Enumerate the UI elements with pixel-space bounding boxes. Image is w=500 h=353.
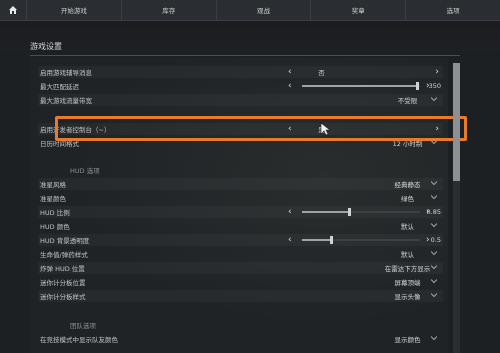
- row-label: 最大游戏流量带宽: [40, 97, 92, 105]
- hud-alpha-slider[interactable]: [302, 236, 420, 244]
- row-hud-color[interactable]: HUD 颜色 默认: [38, 220, 443, 232]
- nav-options[interactable]: 选项: [406, 0, 500, 20]
- row-label: 在竞技模式中显示队友颜色: [40, 336, 118, 344]
- row-value: 显示头像: [394, 293, 421, 301]
- row-label: 炸弹 HUD 位置: [40, 265, 85, 273]
- row-label: HUD 比例: [40, 209, 70, 217]
- row-health-ammo[interactable]: 生命值/弹药样式 默认: [38, 248, 443, 260]
- row-label: 准星颜色: [40, 195, 66, 203]
- nav-play[interactable]: 开始游戏: [27, 0, 122, 20]
- chevron-down-icon[interactable]: [431, 250, 437, 256]
- row-hud-scale[interactable]: HUD 比例 ‹ › 0.85: [38, 206, 443, 218]
- page-title: 游戏设置: [30, 42, 62, 51]
- row-value: 默认: [401, 251, 414, 259]
- row-label: 迷你计分板样式: [40, 293, 86, 301]
- row-label: 生命值/弹药样式: [40, 251, 88, 259]
- row-value: 经典静态: [394, 181, 421, 189]
- row-crosshair-color[interactable]: 准星颜色 绿色: [38, 192, 443, 204]
- row-game-tips[interactable]: 启用游戏辅导消息 ‹ 否 ›: [38, 66, 443, 78]
- nav-watch[interactable]: 观战: [217, 0, 312, 20]
- section-team: 团队选项: [70, 322, 96, 330]
- row-label: 准星风格: [40, 181, 66, 189]
- scrollbar-thumb[interactable]: [453, 63, 460, 181]
- cursor-icon: [320, 122, 331, 136]
- row-scoreboard-pos[interactable]: 迷你计分板位置 屏幕顶端: [38, 276, 443, 288]
- arrow-left-icon[interactable]: ‹: [288, 207, 292, 217]
- row-crosshair-style[interactable]: 准星风格 经典静态: [38, 178, 443, 190]
- scrollbar[interactable]: [453, 63, 460, 353]
- row-bomb-hud[interactable]: 炸弹 HUD 位置 在雷达下方显示: [38, 262, 443, 274]
- slider-value: 0.85: [426, 208, 441, 216]
- row-value: 在雷达下方显示: [384, 265, 431, 273]
- row-label: 最大匹配延迟: [40, 83, 79, 91]
- highlight-box: [55, 116, 467, 141]
- arrow-right-icon[interactable]: ›: [426, 235, 430, 245]
- row-partial: [38, 107, 443, 115]
- row-value: 默认: [401, 223, 414, 231]
- top-nav: 开始游戏 库存 观战 奖章 选项: [0, 0, 500, 21]
- row-label: 迷你计分板位置: [40, 279, 86, 287]
- home-icon: [9, 6, 17, 14]
- chevron-down-icon[interactable]: [431, 278, 437, 284]
- chevron-down-icon[interactable]: [431, 292, 437, 298]
- row-label: HUD 背景透明度: [40, 237, 90, 245]
- chevron-down-icon[interactable]: [431, 180, 437, 186]
- home-button[interactable]: [0, 0, 27, 20]
- row-label: 启用游戏辅导消息: [40, 69, 92, 77]
- slider-knob[interactable]: [330, 236, 333, 244]
- row-value: 不受限: [397, 97, 418, 105]
- hud-scale-slider[interactable]: [302, 208, 420, 216]
- row-teammate-colors[interactable]: 在竞技模式中显示队友颜色 显示颜色: [38, 333, 443, 345]
- header-band: [0, 21, 500, 51]
- chevron-down-icon[interactable]: [431, 335, 437, 341]
- row-hud-bg-alpha[interactable]: HUD 背景透明度 ‹ › 0.5: [38, 234, 443, 246]
- row-max-latency[interactable]: 最大匹配延迟 ‹ › 350: [38, 80, 443, 92]
- title-divider: [30, 55, 460, 56]
- row-value: 屏幕顶端: [394, 279, 421, 287]
- row-value: 绿色: [401, 195, 414, 203]
- arrow-left-icon[interactable]: ‹: [288, 81, 292, 91]
- chevron-down-icon[interactable]: [431, 222, 437, 228]
- slider-value: 350: [428, 82, 441, 90]
- section-hud: HUD 选项: [70, 167, 100, 175]
- slider-value: 0.5: [430, 236, 441, 244]
- row-value: 显示颜色: [394, 336, 421, 344]
- arrow-left-icon[interactable]: ‹: [288, 235, 292, 245]
- arrow-right-icon[interactable]: ›: [435, 67, 439, 77]
- slider-knob[interactable]: [348, 208, 351, 216]
- slider-knob[interactable]: [416, 82, 419, 90]
- chevron-down-icon[interactable]: [431, 264, 437, 270]
- row-scoreboard-style[interactable]: 迷你计分板样式 显示头像: [38, 290, 443, 302]
- chevron-down-icon[interactable]: [431, 194, 437, 200]
- row-bandwidth[interactable]: 最大游戏流量带宽 不受限: [38, 94, 443, 106]
- chevron-down-icon[interactable]: [431, 96, 437, 102]
- nav-inventory[interactable]: 库存: [122, 0, 217, 20]
- nav-medals[interactable]: 奖章: [311, 0, 407, 20]
- row-value: 否: [318, 69, 325, 77]
- row-label: HUD 颜色: [40, 223, 70, 231]
- latency-slider[interactable]: [302, 82, 420, 90]
